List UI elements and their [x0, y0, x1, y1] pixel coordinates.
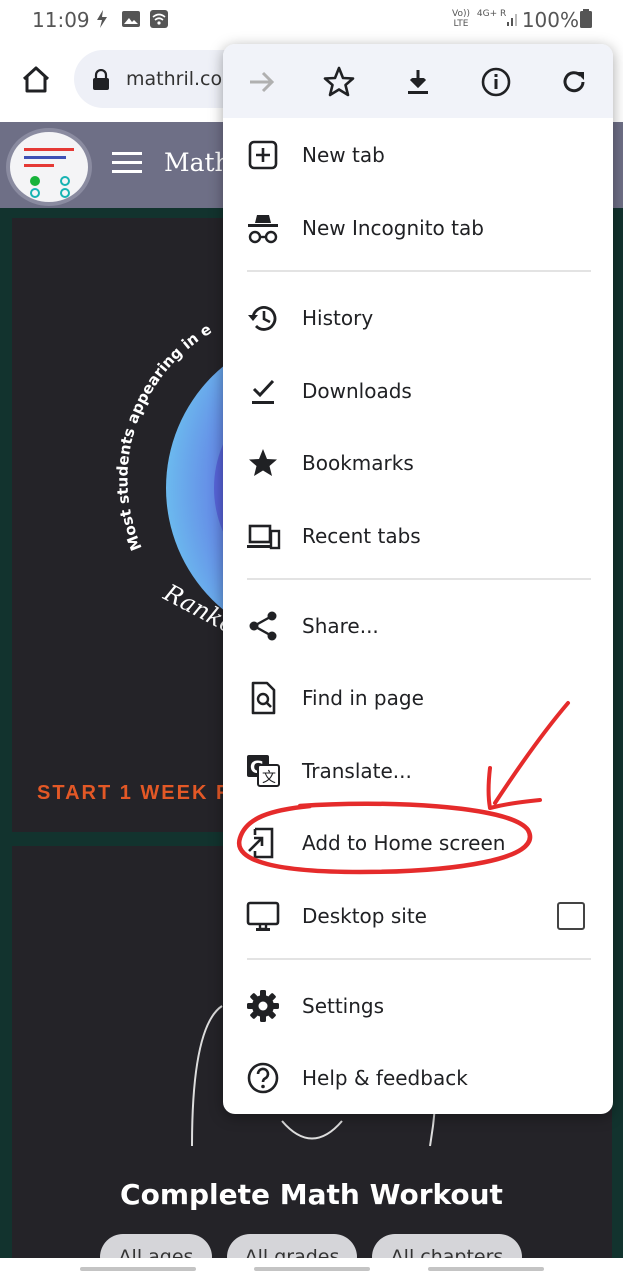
menu-item-recent-tabs[interactable]: Recent tabs — [223, 500, 613, 572]
lock-icon — [93, 69, 109, 90]
download-icon[interactable] — [400, 64, 436, 100]
promo-link[interactable]: START 1 WEEK F — [37, 782, 230, 805]
volte-label: Vo)) LTE — [452, 9, 470, 29]
devices-icon — [247, 524, 281, 550]
wifi-icon — [150, 10, 168, 28]
menu-item-label: Translate... — [302, 759, 412, 783]
desktop-site-checkbox[interactable] — [557, 902, 585, 930]
menu-action-row — [223, 44, 613, 118]
menu-item-settings[interactable]: Settings — [223, 970, 613, 1042]
overflow-menu: New tab New Incognito tab History Downlo… — [223, 44, 613, 1114]
battery-percent: 100% — [521, 8, 579, 32]
site-title: Math — [164, 148, 231, 177]
menu-item-downloads[interactable]: Downloads — [223, 355, 613, 427]
status-bar: 11:09 Vo)) LTE 4G+ R 100% — [0, 0, 623, 40]
menu-item-label: Find in page — [302, 686, 424, 710]
menu-item-translate[interactable]: G文 Translate... — [223, 735, 613, 807]
menu-item-label: New Incognito tab — [302, 216, 484, 240]
menu-item-share[interactable]: Share... — [223, 590, 613, 662]
menu-item-label: Recent tabs — [302, 524, 421, 548]
menu-divider — [247, 958, 591, 960]
help-icon — [247, 1062, 279, 1094]
add-to-home-icon — [248, 827, 274, 859]
desktop-icon — [246, 901, 280, 931]
menu-item-help-feedback[interactable]: Help & feedback — [223, 1042, 613, 1114]
star-outline-icon[interactable] — [321, 64, 357, 100]
gear-icon — [247, 990, 279, 1022]
network-type: 4G+ — [476, 9, 498, 19]
menu-item-new-tab[interactable]: New tab — [223, 119, 613, 191]
menu-item-incognito[interactable]: New Incognito tab — [223, 192, 613, 264]
status-time: 11:09 — [32, 8, 90, 32]
site-logo[interactable] — [6, 128, 92, 206]
menu-item-history[interactable]: History — [223, 282, 613, 354]
menu-item-label: Add to Home screen — [302, 831, 506, 855]
menu-divider — [247, 578, 591, 580]
new-tab-icon — [248, 140, 278, 170]
menu-item-label: Share... — [302, 614, 379, 638]
menu-item-desktop-site[interactable]: Desktop site — [223, 880, 613, 952]
translate-icon: G文 — [247, 755, 280, 787]
image-icon — [122, 11, 140, 27]
share-icon — [249, 611, 277, 641]
history-icon — [248, 306, 277, 331]
nav-pill-right[interactable] — [428, 1267, 544, 1271]
refresh-icon[interactable] — [556, 64, 592, 100]
menu-item-label: Bookmarks — [302, 451, 414, 475]
star-filled-icon — [249, 449, 277, 476]
workout-title: Complete Math Workout — [120, 1178, 503, 1211]
menu-item-add-to-home-screen[interactable]: Add to Home screen — [223, 807, 613, 879]
nav-pill-left[interactable] — [80, 1267, 196, 1271]
menu-item-label: Settings — [302, 994, 385, 1018]
battery-icon — [580, 9, 592, 28]
signal-icon — [507, 14, 517, 26]
menu-item-label: Help & feedback — [302, 1066, 468, 1090]
menu-item-label: New tab — [302, 143, 385, 167]
menu-item-label: Downloads — [302, 379, 412, 403]
android-nav-bar — [0, 1258, 623, 1280]
home-icon[interactable] — [16, 60, 56, 100]
menu-item-bookmarks[interactable]: Bookmarks — [223, 427, 613, 499]
info-icon[interactable] — [478, 64, 514, 100]
menu-item-label: History — [302, 306, 374, 330]
bolt-icon — [97, 10, 107, 28]
svg-text:文: 文 — [262, 770, 276, 786]
downloads-check-icon — [252, 379, 275, 404]
nav-pill-center[interactable] — [254, 1267, 370, 1271]
incognito-icon — [248, 215, 278, 244]
hamburger-menu-icon[interactable] — [112, 152, 142, 174]
menu-item-label: Desktop site — [302, 904, 427, 928]
forward-icon[interactable] — [243, 64, 279, 100]
menu-item-find-in-page[interactable]: Find in page — [223, 662, 613, 734]
find-in-page-icon — [251, 681, 276, 715]
menu-divider — [247, 270, 591, 272]
